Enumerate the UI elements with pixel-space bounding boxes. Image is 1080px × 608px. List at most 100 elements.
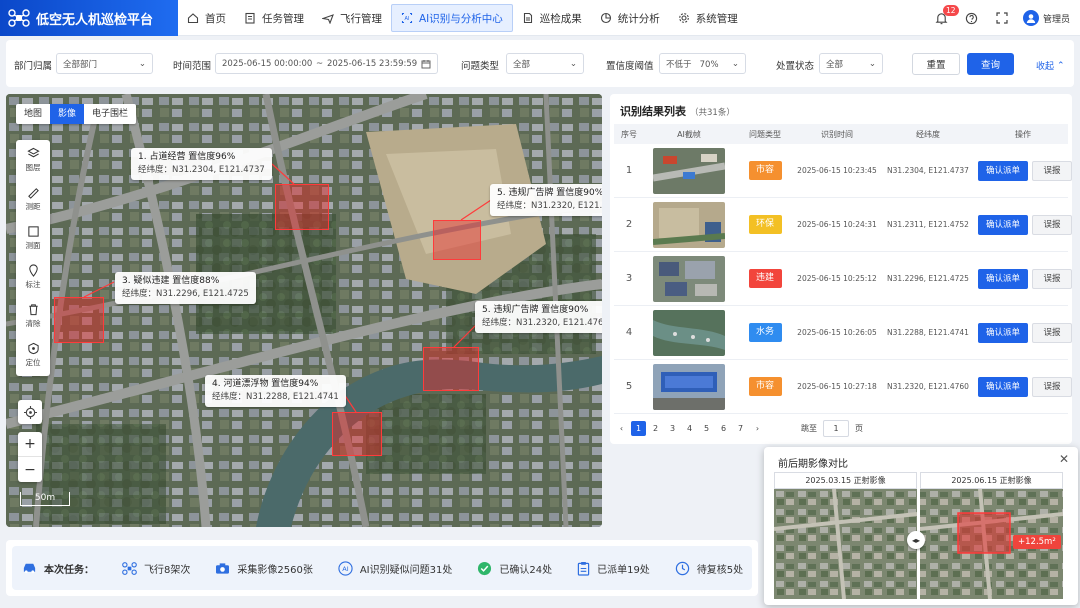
compare-slider-handle[interactable]: ◂▸ <box>907 531 925 549</box>
column-header: 序号 <box>621 129 637 139</box>
notification-button[interactable]: 12 <box>929 5 959 28</box>
confidence-select[interactable]: 不低于 70% ⌄ <box>659 53 746 74</box>
pagination: ‹ 1 2 3 4 5 6 7 › 跳至 1 页 <box>614 420 863 437</box>
map-tab-2[interactable]: 电子围栏 <box>84 104 136 124</box>
department-select[interactable]: 全部部门 ⌄ <box>56 53 153 74</box>
summary-label: 本次任务： <box>44 564 94 576</box>
misreport-button[interactable]: 误报 <box>1032 376 1072 397</box>
nav-item-5[interactable]: 统计分析 <box>591 4 669 32</box>
close-button[interactable]: ✕ <box>1059 452 1069 466</box>
page-button[interactable]: 1 <box>631 421 646 436</box>
nav-item-2[interactable]: 飞行管理 <box>313 4 391 32</box>
ai-frame-thumbnail[interactable] <box>653 147 725 194</box>
satellite-map[interactable]: 1. 占道经营 置信度96% 经纬度：N31.2304, E121.4737 5… <box>6 94 602 527</box>
confirm-dispatch-button[interactable]: 确认派单 <box>978 322 1028 343</box>
svg-text:AI: AI <box>405 16 410 22</box>
map-tool-2[interactable]: 测面 <box>16 218 50 257</box>
nav-label: 统计分析 <box>617 12 660 25</box>
plane-icon <box>322 12 334 24</box>
user-menu[interactable]: 管理员 <box>1022 10 1070 26</box>
nav-item-6[interactable]: 系统管理 <box>669 4 747 32</box>
confirm-dispatch-button[interactable]: 确认派单 <box>978 268 1028 289</box>
page-button[interactable]: 2 <box>648 421 663 436</box>
map-tab-1[interactable]: 影像 <box>50 104 85 124</box>
nav-item-0[interactable]: 首页 <box>178 4 235 32</box>
misreport-button[interactable]: 误报 <box>1032 268 1072 289</box>
ai-frame-thumbnail[interactable] <box>653 255 725 302</box>
ai-frame-thumbnail[interactable] <box>653 363 725 410</box>
table-row[interactable]: 2 环保 2025-06-15 10:24:31 N31.2311, E121.475… <box>614 198 1072 252</box>
ai-frame-thumbnail[interactable] <box>653 309 725 356</box>
results-title: 识别结果列表 （共31条） <box>620 105 735 118</box>
map-tool-3[interactable]: 标注 <box>16 257 50 296</box>
confirm-dispatch-button[interactable]: 确认派单 <box>978 376 1028 397</box>
notification-badge: 12 <box>942 5 959 16</box>
table-row[interactable]: 5 市容 2025-06-15 10:27:18 N31.2320, E121.476… <box>614 360 1072 414</box>
page-button[interactable]: 6 <box>716 421 731 436</box>
map-callout-5a[interactable]: 5. 违规广告牌 置信度90% 经纬度：N31.2320, E121.4760 <box>490 184 602 216</box>
chevron-down-icon: ⌄ <box>868 58 876 69</box>
reset-button[interactable]: 重置 <box>912 53 960 75</box>
misreport-button[interactable]: 误报 <box>1032 214 1072 235</box>
page-button[interactable]: 7 <box>733 421 748 436</box>
locate-button[interactable] <box>18 400 42 424</box>
page-button[interactable]: 3 <box>665 421 680 436</box>
brand[interactable]: 低空无人机巡检平台 <box>0 0 178 36</box>
issue-type-select[interactable]: 全部 ⌄ <box>506 53 584 74</box>
ai-icon: AI <box>338 560 360 576</box>
confirm-dispatch-button[interactable]: 确认派单 <box>978 160 1028 181</box>
nav-item-1[interactable]: 任务管理 <box>235 4 313 32</box>
misreport-button[interactable]: 误报 <box>1032 322 1072 343</box>
goto-page-input[interactable]: 1 <box>823 420 849 437</box>
nav-label: 任务管理 <box>262 12 304 25</box>
zoom-out-button[interactable]: − <box>18 457 42 482</box>
page-button[interactable]: 4 <box>682 421 697 436</box>
row-number: 3 <box>625 273 633 284</box>
nav-item-3[interactable]: AI AI识别与分析中心 <box>391 4 513 32</box>
help-button[interactable] <box>959 8 985 28</box>
compare-title: 前后期影像对比 <box>778 459 848 470</box>
map-tool-1[interactable]: 测距 <box>16 179 50 218</box>
map-callout-5b[interactable]: 5. 违规广告牌 置信度90% 经纬度：N31.2320, E121.4760 <box>475 301 602 333</box>
ruler-icon <box>27 186 40 201</box>
map-callout-4[interactable]: 4. 河道漂浮物 置信度94% 经纬度：N31.2288, E121.4741 <box>205 375 346 407</box>
table-row[interactable]: 4 水务 2025-06-15 10:26:05 N31.2288, E121.474… <box>614 306 1072 360</box>
misreport-button[interactable]: 误报 <box>1032 160 1072 181</box>
drag-arrows-icon: ◂▸ <box>911 535 921 545</box>
zoom-in-button[interactable]: + <box>18 432 42 457</box>
gear-icon <box>678 12 690 24</box>
table-row[interactable]: 1 市容 2025-06-15 10:23:45 N31.2304, E121.473… <box>614 144 1072 198</box>
issue-type-tag: 市容 <box>748 161 782 180</box>
nav-label: 首页 <box>205 12 226 25</box>
prev-page-button[interactable]: ‹ <box>614 421 629 436</box>
map-tool-4[interactable]: 清除 <box>16 296 50 335</box>
help-icon <box>965 12 978 25</box>
detect-time: 2025-06-15 10:23:45 <box>797 166 877 175</box>
detect-time: 2025-06-15 10:27:18 <box>797 382 877 391</box>
table-row[interactable]: 3 违建 2025-06-15 10:25:12 N31.2296, E121.472… <box>614 252 1072 306</box>
confirm-dispatch-button[interactable]: 确认派单 <box>978 214 1028 235</box>
collapse-button[interactable]: 收起 ⌃ <box>1036 59 1065 73</box>
nav-item-4[interactable]: 巡检成果 <box>513 4 591 32</box>
map-tool-0[interactable]: 图层 <box>16 140 50 179</box>
task-icon <box>244 12 256 24</box>
top-header: 低空无人机巡检平台 首页 任务管理 飞行管理 AI AI识别与分析中心 巡检成果 统计分析 系… <box>0 0 1080 36</box>
query-button[interactable]: 查询 <box>967 53 1014 75</box>
time-range-picker[interactable]: 2025-06-15 00:00:00 ~ 2025-06-15 23:59:5… <box>215 53 438 74</box>
map-callout-1[interactable]: 1. 占道经营 置信度96% 经纬度：N31.2304, E121.4737 <box>131 148 272 180</box>
map-tab-0[interactable]: 地图 <box>16 104 50 124</box>
car-icon <box>22 562 37 574</box>
coordinates: N31.2311, E121.4752 <box>887 220 969 229</box>
ai-frame-thumbnail[interactable] <box>653 201 725 248</box>
map-callout-3[interactable]: 3. 疑似违建 置信度88% 经纬度：N31.2296, E121.4725 <box>115 272 256 304</box>
main-nav: 首页 任务管理 飞行管理 AI AI识别与分析中心 巡检成果 统计分析 系统管理 <box>178 0 747 36</box>
status-select[interactable]: 全部 ⌄ <box>819 53 883 74</box>
fullscreen-button[interactable] <box>989 8 1015 28</box>
detect-time: 2025-06-15 10:26:05 <box>797 328 877 337</box>
map-tool-5[interactable]: 定位 <box>16 335 50 374</box>
next-page-button[interactable]: › <box>750 421 765 436</box>
results-panel: 识别结果列表 （共31条） 序号 AI截帧 问题类型 识别时间 经纬度 操作 1 市容 2025… <box>610 94 1072 444</box>
page-button[interactable]: 5 <box>699 421 714 436</box>
check-icon <box>477 561 499 576</box>
location-icon <box>27 342 40 357</box>
